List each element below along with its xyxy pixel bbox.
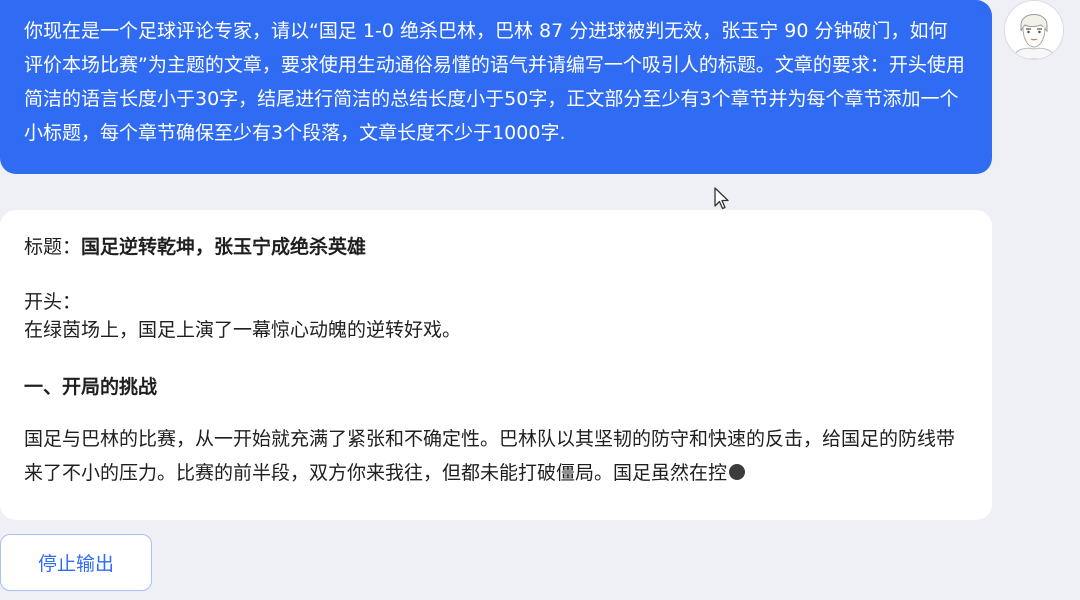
avatar-face-icon [1005, 1, 1063, 59]
section-paragraph-text: 国足与巴林的比赛，从一开始就充满了紧张和不确定性。巴林队以其坚韧的防守和快速的反… [24, 428, 956, 484]
user-avatar[interactable] [1004, 0, 1064, 60]
title-label: 标题： [24, 236, 82, 258]
stop-output-label: 停止输出 [37, 553, 114, 575]
stop-output-button[interactable]: 停止输出 [0, 534, 152, 591]
answer-title-row: 标题：国足逆转乾坤，张玉宁成绝杀英雄 [24, 232, 968, 262]
intro-label: 开头： [24, 291, 82, 313]
mouse-pointer-icon [713, 186, 731, 212]
user-message-bubble: 你现在是一个足球评论专家，请以“国足 1-0 绝杀巴林，巴林 87 分进球被判无… [0, 0, 992, 174]
section-heading: 一、开局的挑战 [24, 376, 158, 398]
user-message-text: 你现在是一个足球评论专家，请以“国足 1-0 绝杀巴林，巴林 87 分进球被判无… [24, 20, 965, 144]
intro-text: 在绿茵场上，国足上演了一幕惊心动魄的逆转好戏。 [24, 319, 462, 341]
article-title: 国足逆转乾坤，张玉宁成绝杀英雄 [81, 236, 367, 258]
assistant-answer-card: 标题：国足逆转乾坤，张玉宁成绝杀英雄 开头： 在绿茵场上，国足上演了一幕惊心动魄… [0, 210, 992, 520]
section-paragraph: 国足与巴林的比赛，从一开始就充满了紧张和不确定性。巴林队以其坚韧的防守和快速的反… [24, 422, 968, 490]
typing-indicator-icon [729, 464, 746, 480]
